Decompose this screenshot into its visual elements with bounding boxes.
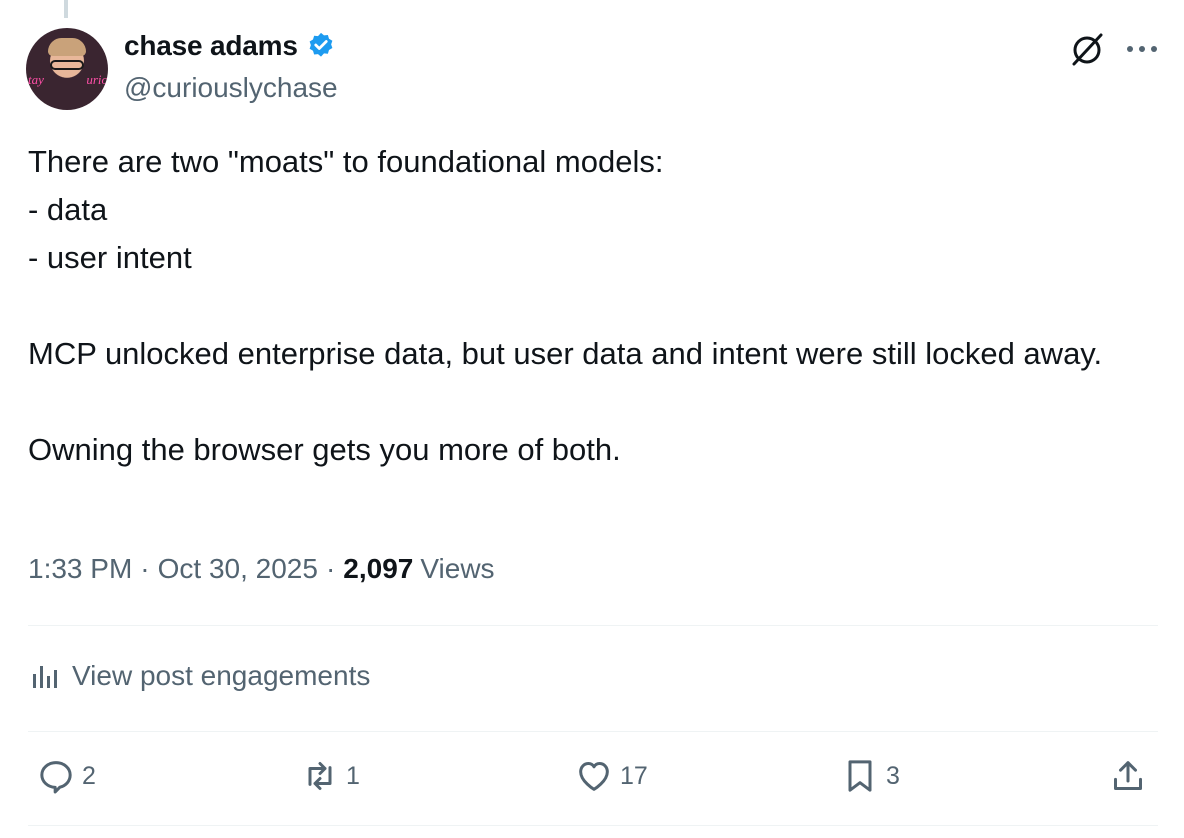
avatar-neon-text-left: tay [28, 72, 44, 87]
like-icon [579, 762, 609, 791]
avatar-neon-text-right: urio [86, 72, 108, 87]
analytics-icon [33, 666, 57, 688]
tweet-text: There are two "moats" to foundational mo… [28, 138, 1158, 474]
tweet-paragraph: There are two "moats" to foundational mo… [28, 144, 664, 275]
author-handle[interactable]: @curiouslychase [124, 72, 338, 104]
avatar[interactable]: tay urio [26, 28, 108, 110]
more-icon[interactable] [1126, 44, 1158, 54]
engagements-label: View post engagements [72, 660, 371, 691]
like-count: 17 [620, 761, 648, 790]
divider [28, 625, 1158, 626]
author-name-row: chase adams [124, 30, 336, 62]
bookmark-icon [848, 760, 872, 792]
thread-connector [64, 0, 68, 18]
tweet-paragraph: Owning the browser gets you more of both… [28, 432, 621, 467]
tweet-date[interactable]: Oct 30, 2025 [158, 553, 318, 585]
views-label: Views [420, 553, 495, 584]
share-icon [1114, 761, 1142, 790]
reply-count: 2 [82, 761, 96, 790]
tweet-meta: 1:33 PM · Oct 30, 2025 · 2,097 Views [28, 553, 495, 585]
repost-icon [308, 762, 332, 790]
meta-separator: · [325, 553, 336, 584]
bookmark-button[interactable]: 3 [840, 756, 900, 796]
reply-button[interactable]: 2 [36, 756, 96, 796]
views-count: 2,097 [343, 553, 414, 584]
author-display-name[interactable]: chase adams [124, 30, 298, 62]
grok-icon[interactable] [1068, 30, 1106, 68]
tweet-paragraph: MCP unlocked enterprise data, but user d… [28, 336, 1103, 371]
reply-icon [40, 761, 72, 794]
repost-button[interactable]: 1 [300, 756, 360, 796]
view-post-engagements-link[interactable]: View post engagements [30, 660, 370, 692]
like-button[interactable]: 17 [574, 756, 648, 796]
bookmark-count: 3 [886, 761, 900, 790]
action-bar: 2 1 17 3 [0, 756, 1184, 806]
meta-separator: · [140, 553, 150, 584]
verified-badge-icon [309, 32, 333, 57]
divider [28, 731, 1158, 732]
repost-count: 1 [346, 761, 360, 790]
tweet-time[interactable]: 1:33 PM [28, 553, 132, 585]
share-button[interactable] [1108, 756, 1148, 796]
divider [28, 825, 1158, 826]
